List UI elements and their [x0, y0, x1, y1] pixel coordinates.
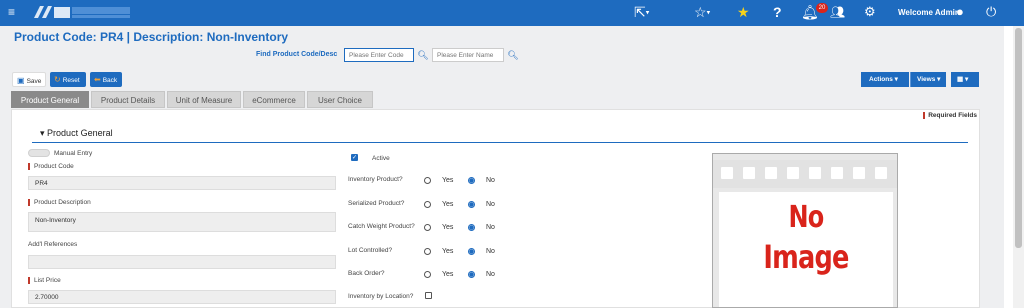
- search-icon[interactable]: 🔍︎: [506, 48, 520, 62]
- serialized-product-label: Serialized Product?: [348, 200, 405, 207]
- manual-entry-label: Manual Entry: [54, 150, 93, 157]
- section-header[interactable]: ▾ Product General: [40, 128, 113, 139]
- bookmark-star-icon[interactable]: ★: [737, 4, 750, 20]
- tab-product-details[interactable]: Product Details: [91, 91, 165, 108]
- no-label: No: [486, 177, 495, 184]
- back-order-label: Back Order?: [348, 270, 385, 277]
- product-name-search-input[interactable]: [432, 48, 504, 62]
- serialized-product-yes-radio[interactable]: [424, 201, 431, 208]
- reset-icon: ↻: [54, 75, 61, 84]
- scrollbar-thumb[interactable]: [1015, 28, 1022, 248]
- no-label: No: [486, 271, 495, 278]
- grid-icon: ▦: [957, 76, 964, 83]
- notifications-badge: 20: [816, 3, 828, 13]
- required-fields-note: Required Fields: [923, 112, 977, 119]
- back-arrow-icon: ⬅: [94, 75, 101, 84]
- tab-unit-of-measure[interactable]: Unit of Measure: [167, 91, 241, 108]
- addl-references-label: Add'l References: [28, 241, 78, 248]
- no-image-text-line1: No: [788, 200, 825, 235]
- catch-weight-product-label: Catch Weight Product?: [348, 223, 415, 230]
- list-price-field[interactable]: 2.70000: [28, 290, 336, 304]
- find-product-label: Find Product Code/Desc: [256, 51, 338, 58]
- yes-label: Yes: [442, 201, 454, 208]
- page-title: Product Code: PR4 | Description: Non-Inv…: [14, 30, 289, 44]
- no-label: No: [486, 201, 495, 208]
- users-icon[interactable]: 👥︎: [830, 4, 845, 20]
- inventory-product-yes-radio[interactable]: [424, 177, 431, 184]
- inventory-by-location-checkbox[interactable]: [425, 292, 432, 299]
- lot-controlled-yes-radio[interactable]: [424, 248, 431, 255]
- active-label: Active: [372, 155, 390, 162]
- catch-weight-yes-radio[interactable]: [424, 224, 431, 231]
- help-icon[interactable]: ?: [773, 4, 782, 20]
- top-navigation-bar: ≡ ⇱▾ ☆▾ ★ ? 🔔︎ 20 👥︎ ⚙ Welcome Admin ● ⏻: [0, 0, 1024, 26]
- catch-weight-no-radio[interactable]: [468, 224, 475, 231]
- back-order-yes-radio[interactable]: [424, 271, 431, 278]
- product-code-label: Product Code: [28, 163, 74, 170]
- active-checkbox[interactable]: ✓: [351, 154, 358, 161]
- chevron-down-icon: ▾: [937, 76, 941, 83]
- actions-dropdown[interactable]: Actions ▾: [861, 72, 909, 87]
- no-label: No: [486, 248, 495, 255]
- company-logo[interactable]: [32, 3, 132, 21]
- tab-product-general[interactable]: Product General: [11, 91, 89, 108]
- chevron-down-icon: ▾: [40, 128, 45, 138]
- floppy-disk-icon: ▣: [17, 76, 25, 85]
- no-image-text-line2: Image: [763, 238, 849, 276]
- yes-label: Yes: [442, 248, 454, 255]
- yes-label: Yes: [442, 224, 454, 231]
- inventory-product-no-radio[interactable]: [468, 177, 475, 184]
- favorites-star-icon[interactable]: ☆▾: [694, 4, 710, 21]
- yes-label: Yes: [442, 177, 454, 184]
- manual-entry-toggle[interactable]: [28, 149, 50, 157]
- product-description-label: Product Description: [28, 199, 91, 206]
- product-description-field[interactable]: Non-Inventory: [28, 212, 336, 232]
- account-icon[interactable]: ●: [956, 4, 964, 20]
- chevron-down-icon: ▾: [894, 76, 898, 83]
- inventory-by-location-label: Inventory by Location?: [348, 293, 414, 300]
- welcome-text: Welcome Admin: [898, 8, 960, 17]
- list-price-label: List Price: [28, 277, 61, 284]
- tab-user-choice[interactable]: User Choice: [307, 91, 373, 108]
- product-code-search-input[interactable]: [344, 48, 414, 62]
- power-icon[interactable]: ⏻: [986, 4, 996, 20]
- hamburger-menu-icon[interactable]: ≡: [8, 5, 15, 19]
- gear-icon[interactable]: ⚙: [864, 4, 876, 20]
- back-order-no-radio[interactable]: [468, 271, 475, 278]
- product-page: ≡ ⇱▾ ☆▾ ★ ? 🔔︎ 20 👥︎ ⚙ Welcome Admin ● ⏻…: [0, 0, 1024, 308]
- inventory-product-label: Inventory Product?: [348, 176, 403, 183]
- yes-label: Yes: [442, 271, 454, 278]
- back-button[interactable]: ⬅ Back: [90, 72, 122, 87]
- addl-references-field[interactable]: [28, 255, 336, 269]
- reset-button[interactable]: ↻ Reset: [50, 72, 86, 87]
- section-divider: [32, 142, 968, 143]
- product-image-placeholder[interactable]: No Image: [712, 153, 898, 308]
- serialized-product-no-radio[interactable]: [468, 201, 475, 208]
- tab-ecommerce[interactable]: eCommerce: [243, 91, 305, 108]
- lot-controlled-label: Lot Controlled?: [348, 247, 393, 254]
- chevron-down-icon: ▾: [964, 76, 969, 83]
- film-holes: [721, 167, 893, 181]
- save-button[interactable]: ▣ Save: [12, 72, 46, 87]
- share-icon[interactable]: ⇱▾: [634, 4, 649, 21]
- product-code-field[interactable]: PR4: [28, 176, 336, 190]
- search-icon[interactable]: 🔍︎: [416, 48, 430, 62]
- lot-controlled-no-radio[interactable]: [468, 248, 475, 255]
- grid-options-dropdown[interactable]: ▦ ▾: [951, 72, 979, 87]
- no-label: No: [486, 224, 495, 231]
- views-dropdown[interactable]: Views ▾: [910, 72, 946, 87]
